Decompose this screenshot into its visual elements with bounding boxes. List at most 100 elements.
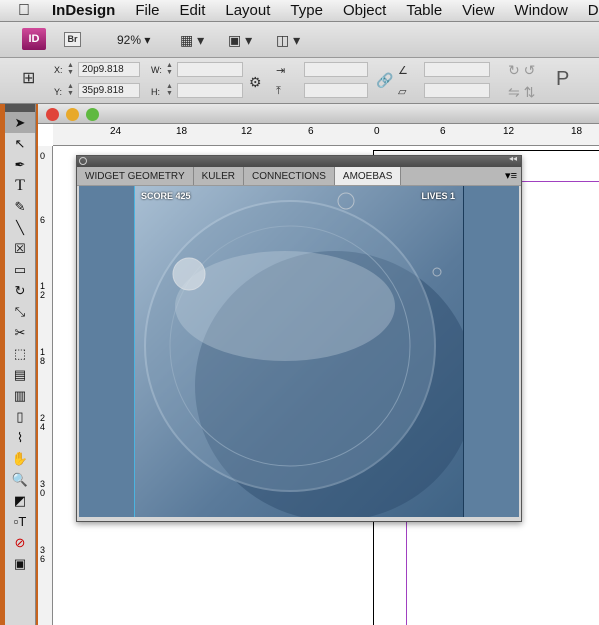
horizontal-ruler: 24 18 12 6 0 6 12 18	[53, 124, 599, 146]
document-title-bar	[38, 104, 599, 124]
w-stepper[interactable]: ▲ ▼	[165, 62, 174, 77]
line-tool-icon[interactable]: ╲	[5, 217, 35, 238]
shear-field[interactable]	[424, 83, 490, 98]
scale-x-icon: ⇥	[276, 65, 286, 77]
rotate-tool-icon[interactable]: ↻	[5, 280, 35, 301]
menu-edit[interactable]: Edit	[180, 2, 206, 19]
lives-label: LIVES 1	[421, 191, 455, 201]
h-stepper[interactable]: ▲ ▼	[165, 83, 174, 98]
constrain-proportions-icon[interactable]: ⚙	[249, 74, 262, 91]
screen-mode-tool-icon[interactable]: ▣	[5, 553, 35, 574]
y-stepper[interactable]: ▲ ▼	[66, 83, 75, 98]
amoeba-scene	[144, 192, 463, 517]
amoebas-panel: ◂◂ WIDGET GEOMETRY KULER CONNECTIONS AMO…	[76, 154, 522, 522]
h-field[interactable]	[177, 83, 243, 98]
amoeba-enemy	[432, 267, 442, 277]
tab-connections[interactable]: CONNECTIONS	[244, 167, 335, 185]
game-area[interactable]: SCORE 425 LIVES 1	[79, 186, 519, 517]
screen-mode-icon[interactable]: ▣ ▾	[228, 32, 252, 49]
ruler-tick: 6	[308, 126, 314, 137]
game-arena[interactable]: SCORE 425 LIVES 1	[134, 186, 464, 517]
ruler-tick: 18	[176, 126, 188, 137]
panel-close-icon[interactable]	[79, 157, 87, 165]
link-scale-icon[interactable]: 🔗	[376, 72, 393, 89]
page-edge	[373, 150, 599, 151]
w-field[interactable]	[177, 62, 243, 77]
x-field[interactable]: 20p9.818	[78, 62, 140, 77]
ruler-tick: 0	[40, 151, 46, 161]
scale-tool-icon[interactable]: ⤡	[5, 301, 35, 322]
gradient-feather-tool-icon[interactable]: ▥	[5, 385, 35, 406]
selection-tool-icon[interactable]: ➤	[5, 112, 35, 133]
collapse-icon[interactable]: ◂◂	[509, 154, 517, 163]
amoeba-player[interactable]	[172, 257, 206, 291]
rectangle-tool-icon[interactable]: ▭	[5, 259, 35, 280]
rectangle-frame-tool-icon[interactable]: ☒	[5, 238, 35, 259]
arrange-documents-icon[interactable]: ◫ ▾	[276, 32, 300, 49]
panel-menu-icon[interactable]: ▾≡	[505, 169, 517, 182]
formatting-icon[interactable]: ▫T	[5, 511, 35, 532]
apply-none-icon[interactable]: ⊘	[5, 532, 35, 553]
panel-header[interactable]: ◂◂	[77, 154, 521, 167]
bubble-highlight	[175, 251, 395, 361]
eyedropper-tool-icon[interactable]: ⌇	[5, 427, 35, 448]
indesign-logo: ID	[22, 28, 46, 50]
type-tool-icon[interactable]: T	[5, 175, 35, 196]
ruler-tick: 2 4	[40, 413, 46, 432]
toolbox-header[interactable]	[5, 104, 35, 112]
amoeba-enemy	[337, 192, 355, 210]
flip-icon[interactable]: ⇋ ⇅	[508, 84, 535, 101]
tab-widget-geometry[interactable]: WIDGET GEOMETRY	[77, 167, 194, 185]
tools-panel: ➤ ↖ ✒ T ✎ ╲ ☒ ▭ ↻ ⤡ ✂ ⬚ ▤ ▥ ▯ ⌇ ✋ 🔍 ◩ ▫T…	[5, 104, 36, 625]
rotate-field[interactable]	[424, 62, 490, 77]
close-button[interactable]	[46, 108, 59, 121]
pencil-tool-icon[interactable]: ✎	[5, 196, 35, 217]
score-label: SCORE 425	[141, 191, 191, 201]
ruler-tick: 1 8	[40, 347, 46, 366]
menu-layout[interactable]: Layout	[225, 2, 270, 19]
menu-view[interactable]: View	[462, 2, 494, 19]
zoom-level-dropdown[interactable]: 92% ▾	[117, 33, 150, 47]
scale-y-field[interactable]	[304, 83, 368, 98]
pen-tool-icon[interactable]: ✒	[5, 154, 35, 175]
ruler-tick: 3 6	[40, 545, 46, 564]
y-field[interactable]: 35p9.818	[78, 83, 140, 98]
menu-type[interactable]: Type	[290, 2, 323, 19]
rotate-icon: ∠	[398, 65, 408, 77]
scale-x-field[interactable]	[304, 62, 368, 77]
ruler-tick: 18	[571, 126, 583, 137]
direct-selection-tool-icon[interactable]: ↖	[5, 133, 35, 154]
fill-stroke-icon[interactable]: ◩	[5, 490, 35, 511]
tab-kuler[interactable]: KULER	[194, 167, 244, 185]
menu-file[interactable]: File	[135, 2, 159, 19]
menu-bar:  InDesign File Edit Layout Type Object …	[0, 0, 599, 22]
menu-object[interactable]: Object	[343, 2, 386, 19]
ruler-tick: 6	[440, 126, 446, 137]
rotate-cw-icon[interactable]: ↻ ↺	[508, 62, 535, 79]
scissors-tool-icon[interactable]: ✂	[5, 322, 35, 343]
view-options-icon[interactable]: ▦ ▾	[180, 32, 204, 49]
h-label: H:	[151, 87, 160, 97]
gradient-tool-icon[interactable]: ▤	[5, 364, 35, 385]
minimize-button[interactable]	[66, 108, 79, 121]
x-stepper[interactable]: ▲ ▼	[66, 62, 75, 77]
menu-app[interactable]: InDesign	[52, 2, 115, 19]
bridge-button[interactable]: Br	[64, 32, 81, 47]
menu-dev[interactable]: Dev	[588, 2, 599, 19]
zoom-tool-icon[interactable]: 🔍	[5, 469, 35, 490]
note-tool-icon[interactable]: ▯	[5, 406, 35, 427]
zoom-button[interactable]	[86, 108, 99, 121]
x-label: X:	[54, 65, 63, 75]
menu-table[interactable]: Table	[406, 2, 442, 19]
menu-window[interactable]: Window	[514, 2, 567, 19]
ruler-tick: 1 2	[40, 281, 46, 300]
paragraph-icon[interactable]: P	[556, 68, 569, 91]
apple-icon[interactable]: 	[18, 2, 30, 20]
margin-guide	[406, 504, 407, 625]
tab-amoebas[interactable]: AMOEBAS	[334, 167, 402, 185]
reference-point-icon[interactable]: ⊞	[22, 68, 35, 88]
ruler-tick: 0	[374, 126, 380, 137]
free-transform-tool-icon[interactable]: ⬚	[5, 343, 35, 364]
hand-tool-icon[interactable]: ✋	[5, 448, 35, 469]
shear-icon: ▱	[398, 86, 407, 98]
